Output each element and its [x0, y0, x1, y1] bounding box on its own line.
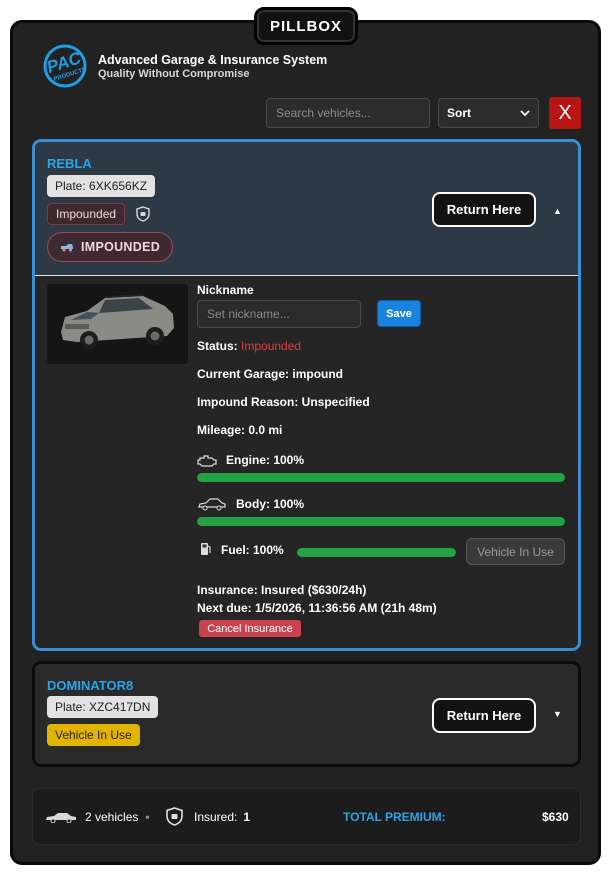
car-body-icon: [197, 497, 227, 511]
insurance-status: Insurance: Insured ($630/24h): [197, 583, 367, 597]
insurance-next-due: Next due: 1/5/2026, 11:36:56 AM (21h 48m…: [197, 601, 437, 615]
fuel-pump-icon: [200, 541, 212, 556]
vehicle-card-header[interactable]: REBLA Plate: 6XK656KZ Impounded IMPOUNDE…: [35, 142, 578, 276]
insured-shield-icon: [136, 206, 150, 227]
vehicle-name: REBLA: [47, 156, 92, 171]
plate-badge: Plate: XZC417DN: [47, 696, 159, 718]
body-health-bar: [197, 517, 565, 526]
vehicle-card-rebla[interactable]: REBLA Plate: 6XK656KZ Impounded IMPOUNDE…: [32, 139, 581, 651]
cancel-insurance-button[interactable]: Cancel Insurance: [199, 620, 301, 637]
fuel-level-bar: [297, 548, 456, 557]
engine-health-fill: [197, 473, 565, 482]
plate-badge: Plate: 6XK656KZ: [47, 175, 156, 197]
total-premium-label: TOTAL PREMIUM:: [343, 809, 446, 824]
engine-label: Engine: 100%: [226, 453, 305, 467]
vehicle-card-dominator8[interactable]: DOMINATOR8 Plate: XZC417DN Vehicle In Us…: [32, 661, 581, 767]
shield-icon: [166, 807, 183, 826]
save-nickname-button[interactable]: Save: [377, 300, 421, 327]
vehicle-in-use-button[interactable]: Vehicle In Use: [466, 538, 565, 565]
app-title: Advanced Garage & Insurance System: [98, 52, 328, 67]
return-here-button[interactable]: Return Here: [432, 698, 536, 733]
pac-products-logo: PAC PRODUCTS: [40, 43, 90, 89]
current-garage: Current Garage: impound: [197, 367, 344, 381]
body-health-fill: [197, 517, 565, 526]
status-tag: Vehicle In Use: [47, 724, 140, 746]
status-label: Status:: [197, 339, 238, 353]
vehicle-name: DOMINATOR8: [47, 678, 134, 693]
close-button[interactable]: X: [549, 97, 581, 129]
summary-footer: 2 vehicles • Insured: 1 TOTAL PREMIUM: $…: [32, 788, 581, 845]
car-icon: [45, 811, 77, 823]
mileage: Mileage: 0.0 mi: [197, 423, 283, 437]
status-tag: Impounded: [47, 203, 126, 225]
vehicle-count: 2 vehicles: [85, 809, 139, 824]
pillbox-title-tab: PILLBOX: [254, 7, 358, 45]
sort-select[interactable]: Sort: [438, 98, 539, 128]
tow-truck-icon: [60, 242, 74, 252]
nickname-input[interactable]: [197, 300, 361, 328]
engine-health-bar: [197, 473, 565, 482]
search-input[interactable]: [266, 98, 430, 128]
vehicle-count-group: 2 vehicles •: [45, 810, 157, 824]
separator: •: [145, 809, 150, 824]
status-line: Status: Impounded: [197, 339, 301, 353]
insured-label: Insured:: [194, 809, 238, 824]
engine-icon: [197, 454, 217, 468]
fuel-label: Fuel: 100%: [221, 543, 284, 557]
app-header: PAC PRODUCTS Advanced Garage & Insurance…: [40, 43, 327, 89]
body-label: Body: 100%: [236, 497, 305, 511]
chevron-down-icon[interactable]: ▼: [553, 709, 562, 719]
insured-group: Insured: 1: [166, 807, 250, 826]
return-here-button[interactable]: Return Here: [432, 192, 536, 227]
fuel-level-fill: [297, 548, 456, 557]
vehicle-image: [47, 284, 188, 364]
status-value: Impounded: [241, 339, 302, 353]
chevron-down-icon: [520, 106, 530, 120]
insured-count: 1: [243, 809, 251, 824]
chevron-up-icon[interactable]: ▲: [553, 206, 562, 216]
nickname-label: Nickname: [197, 283, 254, 297]
impounded-status-pill: IMPOUNDED: [47, 232, 173, 262]
sort-label: Sort: [447, 106, 471, 120]
impounded-pill-label: IMPOUNDED: [80, 240, 161, 254]
total-premium-value: $630: [542, 809, 569, 824]
impound-reason: Impound Reason: Unspecified: [197, 395, 370, 409]
app-subtitle: Quality Without Compromise: [98, 67, 250, 80]
